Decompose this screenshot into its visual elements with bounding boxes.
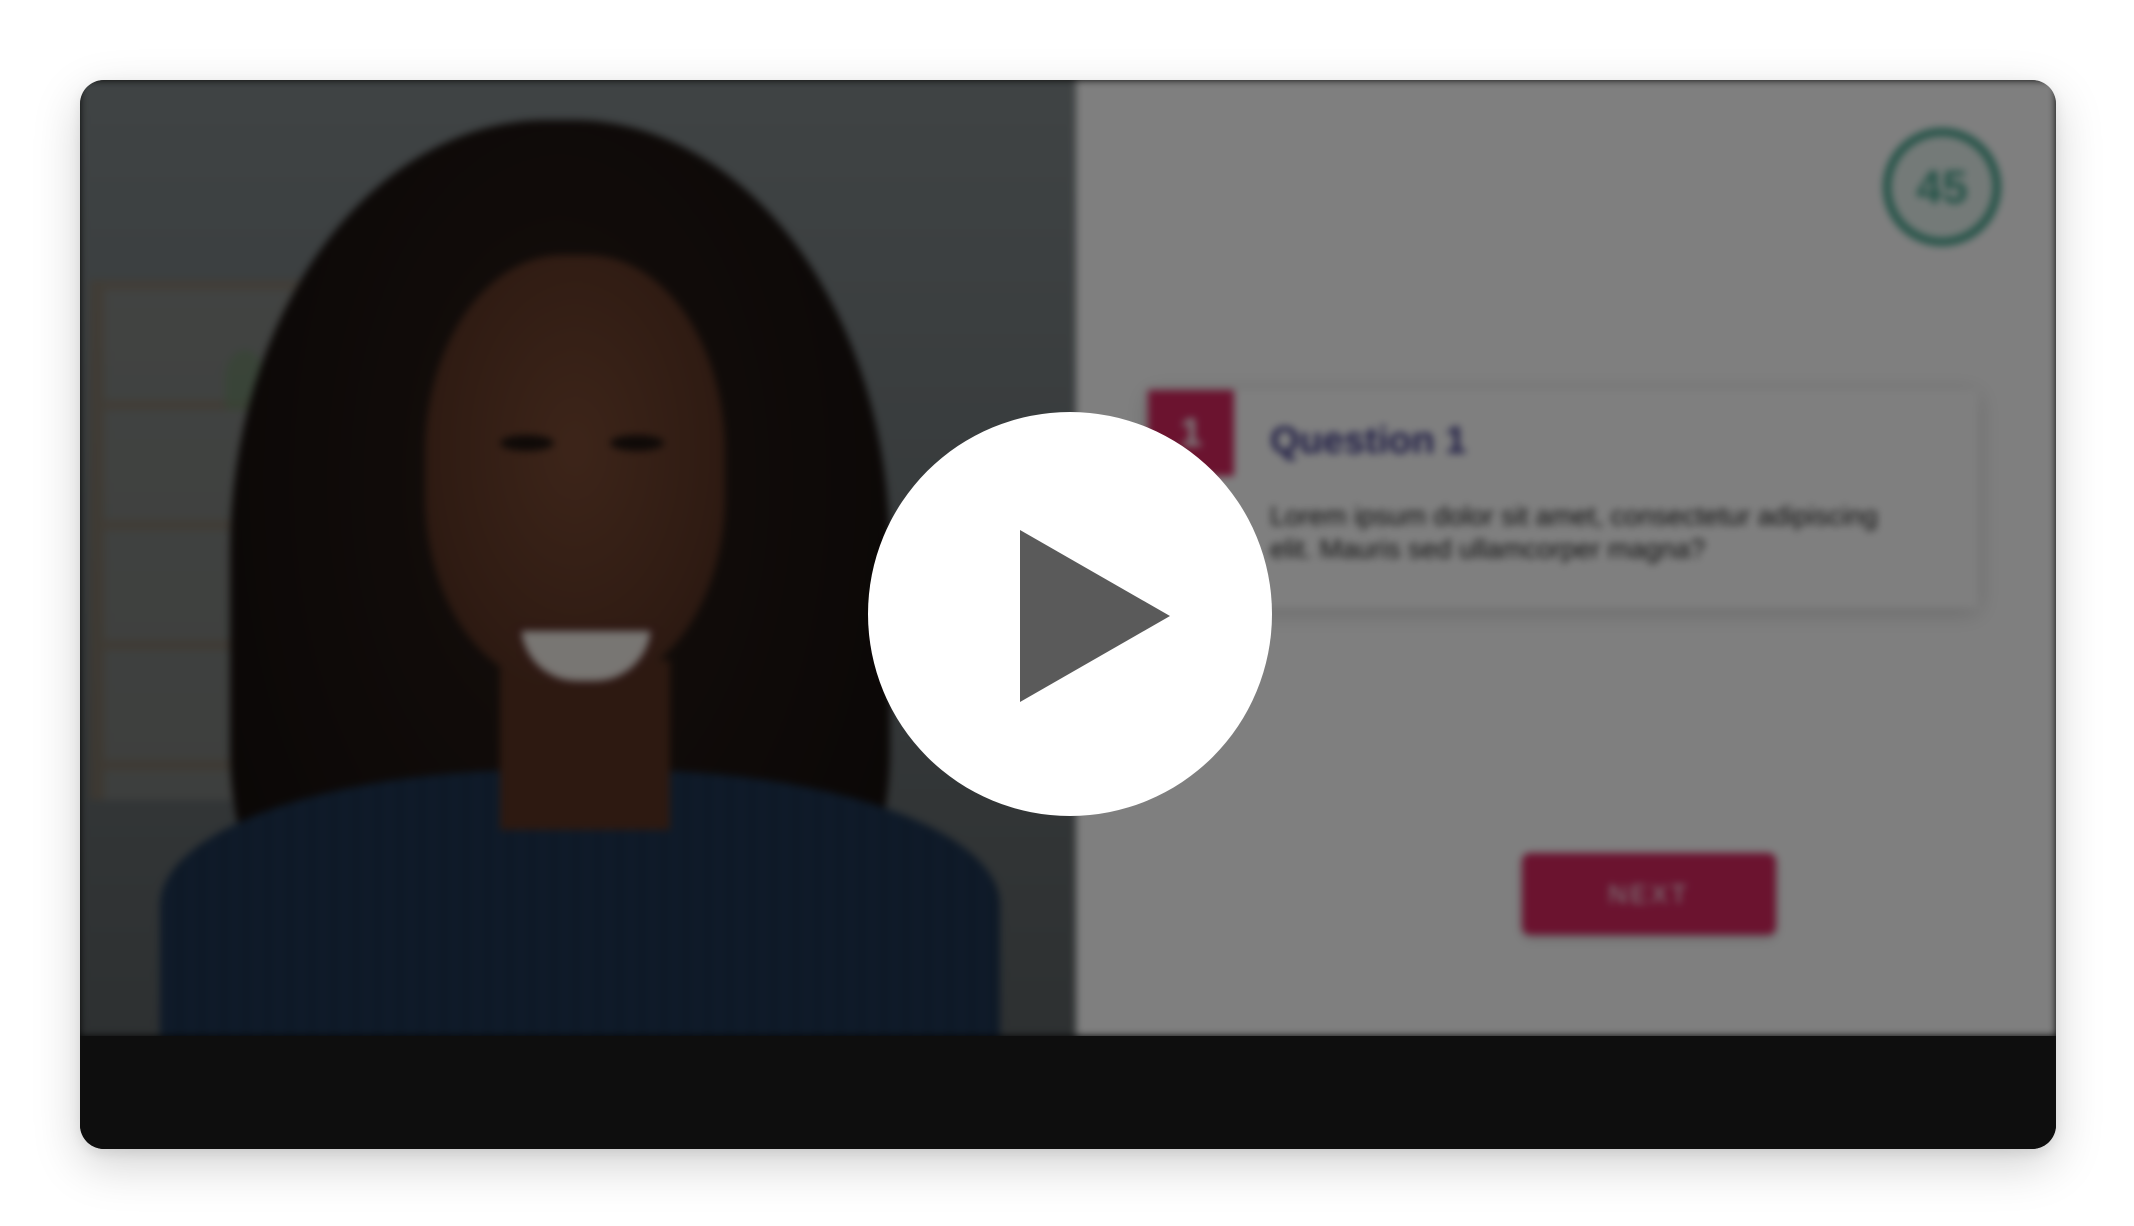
play-button[interactable] <box>868 412 1272 816</box>
control-bar <box>80 1036 2056 1149</box>
video-player[interactable]: 45 1 Question 1 Lorem ipsum dolor sit am… <box>80 80 2056 1149</box>
play-icon <box>1020 530 1170 702</box>
